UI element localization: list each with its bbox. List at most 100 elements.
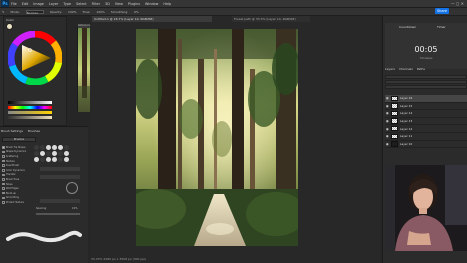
painting-canvas[interactable] [136, 29, 298, 246]
webcam-overlay [385, 165, 467, 251]
brush-option-checkbox[interactable] [2, 169, 5, 172]
flow-value[interactable]: 100% [96, 10, 105, 14]
photoshop-logo-icon: Ps [1, 0, 9, 7]
layer-row[interactable]: ● Layer 12 [385, 125, 467, 133]
layer-name: Layer 15 [400, 103, 413, 108]
tab-channels[interactable]: Channels [399, 67, 413, 71]
brush-option-label: Scattering [6, 154, 19, 158]
layer-name: Layer 12 [400, 126, 413, 131]
brush-option-checkbox[interactable] [2, 178, 5, 181]
brush-tip-grid[interactable] [34, 145, 69, 162]
brush-option-checkbox[interactable] [2, 173, 5, 177]
angle-field[interactable] [40, 175, 80, 179]
menu-type[interactable]: Type [63, 2, 71, 6]
brush-option-checkbox[interactable] [2, 187, 5, 190]
layer-thumbnail [391, 133, 398, 140]
layer-row[interactable]: ● Layer 15 [385, 103, 467, 111]
color-wheel[interactable] [8, 31, 62, 85]
size-slider[interactable] [40, 167, 80, 171]
lock-controls[interactable] [385, 85, 467, 89]
menu-filter[interactable]: Filter [92, 2, 100, 6]
visibility-eye-icon[interactable]: ● [386, 127, 390, 131]
tab-layers[interactable]: Layers [385, 67, 395, 71]
share-button[interactable]: Share [435, 8, 449, 14]
brightness-slider[interactable] [8, 116, 52, 119]
menu-3d[interactable]: 3D [105, 2, 110, 6]
spacing-slider[interactable] [36, 213, 80, 215]
brush-option-row[interactable]: Protect Texture [2, 200, 30, 205]
layer-name: Layer 16 [400, 96, 413, 101]
layer-thumbnail [391, 110, 398, 117]
layer-filter-field[interactable] [385, 75, 467, 79]
lightness-slider[interactable] [8, 101, 52, 104]
visibility-eye-icon[interactable]: ● [386, 96, 390, 100]
menu-file[interactable]: File [11, 2, 17, 6]
menu-window[interactable]: Window [145, 2, 158, 6]
brush-option-checkbox[interactable] [2, 182, 5, 186]
visibility-eye-icon[interactable]: ● [386, 142, 390, 146]
tab-brush-settings[interactable]: Brush Settings [1, 129, 23, 133]
brush-option-checkbox[interactable] [2, 146, 5, 149]
layer-row[interactable]: ● Layer 16 [385, 95, 467, 103]
window-controls[interactable]: — ◻ ✕ [451, 1, 464, 6]
brush-settings-panel: Brush Settings Brushes Brushes Brush Tip… [0, 126, 88, 263]
hue-slider[interactable] [8, 106, 52, 109]
brush-tool-icon[interactable]: ✎ [2, 10, 5, 14]
brush-option-label: Shape Dynamics [6, 150, 27, 154]
brush-option-checkbox[interactable] [2, 196, 5, 200]
menu-help[interactable]: Help [163, 2, 171, 6]
brush-option-checkbox[interactable] [2, 159, 5, 163]
layer-row[interactable]: ● Layer 13 [385, 118, 467, 126]
timer-tab-timer[interactable]: Timer [437, 25, 446, 29]
menu-bar: Ps File Edit Image Layer Type Select Fil… [0, 0, 467, 8]
brush-option-label: Protect Texture [6, 200, 24, 204]
smoothing-value[interactable]: 0% [134, 10, 139, 14]
layer-row[interactable]: ● Layer 10 [385, 141, 467, 149]
menu-image[interactable]: Image [33, 2, 44, 6]
menu-select[interactable]: Select [76, 2, 86, 6]
menu-layer[interactable]: Layer [49, 2, 58, 6]
tab-brushes[interactable]: Brushes [28, 129, 40, 133]
visibility-eye-icon[interactable]: ● [386, 104, 390, 108]
brush-angle-wheel[interactable] [66, 182, 78, 194]
timer-readout: 00:05 [414, 45, 438, 54]
brush-option-checkbox[interactable] [2, 155, 5, 158]
brush-option-label: Build-up [6, 191, 16, 195]
brush-option-label: Brush Pose [6, 177, 20, 181]
layer-row[interactable]: ● Layer 14 [385, 110, 467, 118]
visibility-eye-icon[interactable]: ● [386, 111, 390, 115]
layer-thumbnail [391, 95, 398, 102]
layer-name: Layer 14 [400, 111, 413, 116]
menu-view[interactable]: View [115, 2, 123, 6]
menu-edit[interactable]: Edit [22, 2, 29, 6]
brush-option-label: Color Dynamics [6, 168, 25, 172]
brush-option-checkbox[interactable] [2, 164, 5, 167]
smoothing-label: Smoothing: [110, 9, 129, 14]
timer-subtitle: Timelapse [419, 57, 433, 60]
visibility-eye-icon[interactable]: ● [386, 134, 390, 138]
saturation-slider[interactable] [8, 111, 52, 114]
timer-tab-countdown[interactable]: Countdown [399, 25, 416, 29]
document-tab[interactable]: Untitled-1 @ 16.7% (Layer 10, RGB/8#) [92, 16, 212, 22]
hardness-slider[interactable] [40, 199, 80, 203]
opacity-value[interactable]: 100% [68, 10, 77, 14]
brush-option-label: Transfer [6, 173, 16, 177]
brush-option-checkbox[interactable] [2, 201, 5, 204]
brush-presets-button[interactable]: Brushes [2, 137, 36, 142]
brush-option-label: Dual Brush [6, 164, 20, 168]
brush-option-checkbox[interactable] [2, 150, 5, 154]
layer-thumbnail [391, 141, 398, 147]
foreground-swatch[interactable] [6, 23, 13, 30]
menu-plugins[interactable]: Plugins [128, 2, 140, 6]
spacing-value[interactable]: 10% [72, 207, 78, 210]
layer-controls [385, 74, 467, 94]
mode-label: Mode: [10, 9, 20, 14]
color-panel-tab[interactable]: Color [6, 18, 14, 22]
document-tab-secondary[interactable]: Forest path @ 33.3% (Layer 14, RGB/8#) [232, 16, 310, 22]
layer-row[interactable]: ● Layer 11 [385, 133, 467, 141]
visibility-eye-icon[interactable]: ● [386, 119, 390, 123]
blend-mode-select[interactable] [385, 80, 467, 84]
mode-select[interactable]: Normal [25, 9, 44, 15]
tab-paths[interactable]: Paths [417, 67, 425, 71]
brush-option-checkbox[interactable] [2, 191, 5, 195]
